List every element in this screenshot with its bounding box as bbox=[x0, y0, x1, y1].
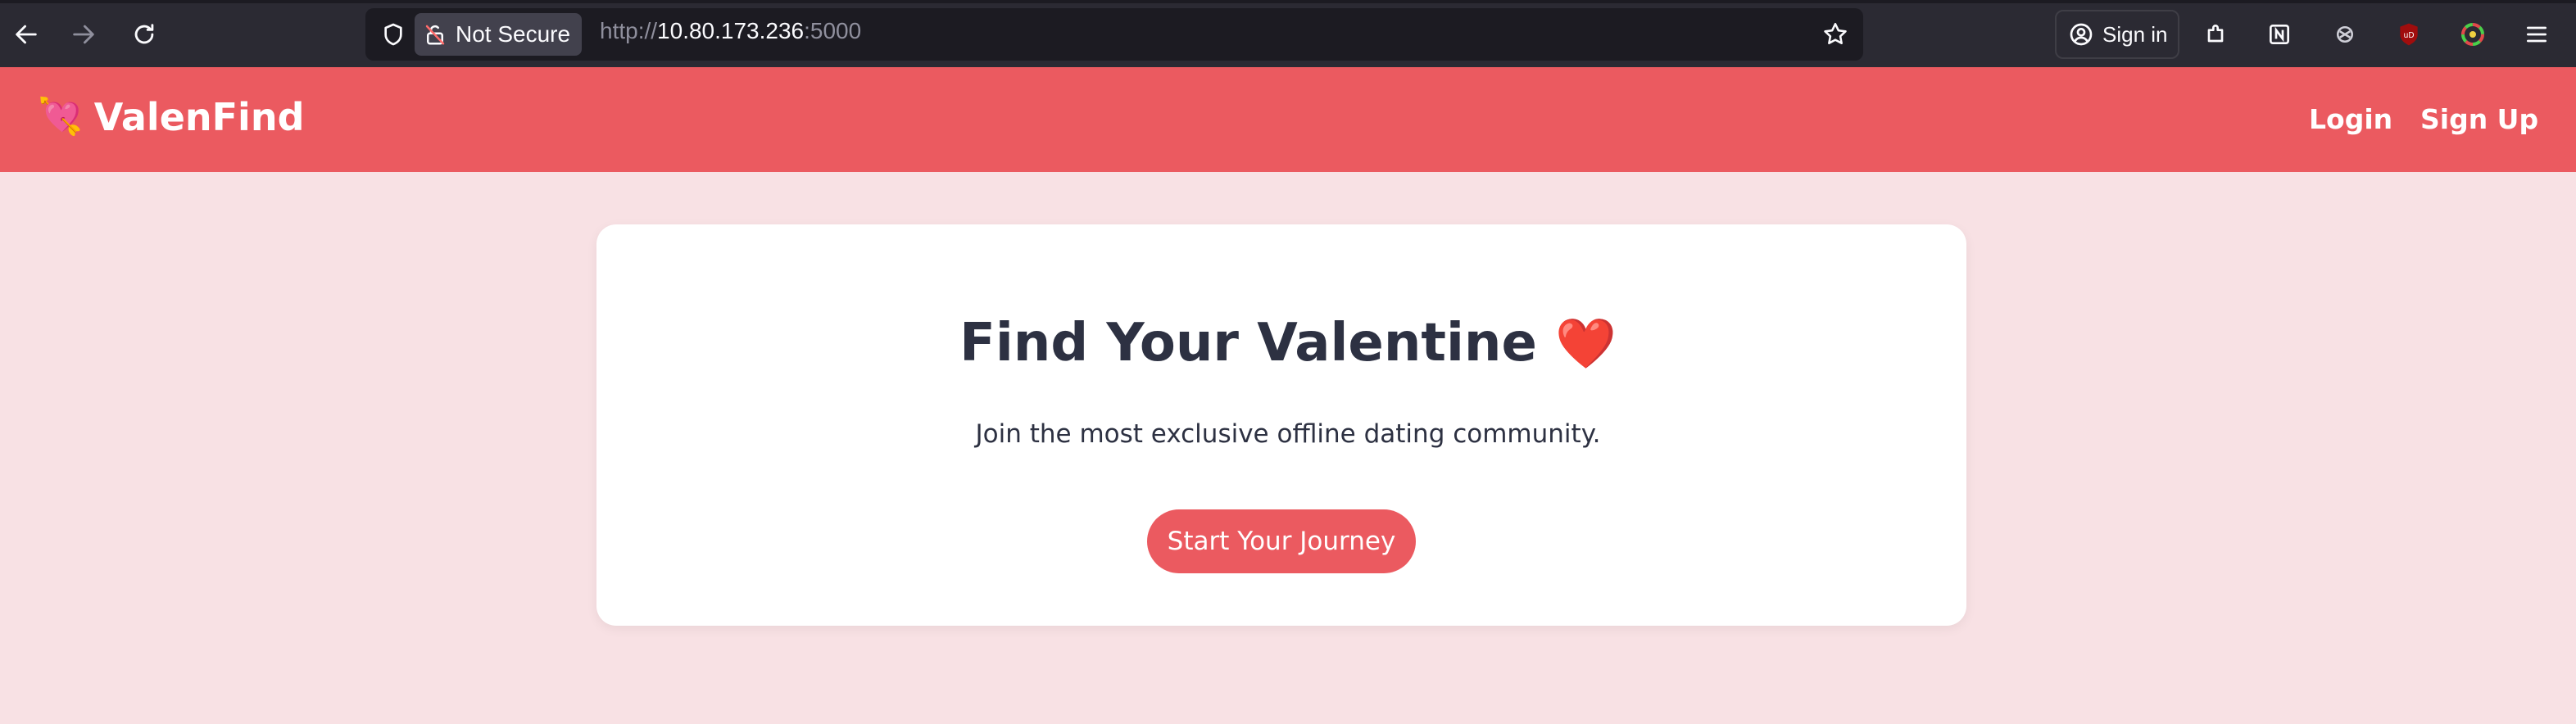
arrow-right-icon bbox=[73, 25, 94, 44]
knot-icon bbox=[2337, 26, 2353, 43]
site-navbar bbox=[0, 67, 2576, 172]
hero-title-text: Find Your Valentine bbox=[959, 313, 1537, 373]
extensions-button[interactable] bbox=[2197, 16, 2234, 52]
hero-title: Find Your Valentine ❤️ bbox=[0, 313, 2576, 373]
arrow-left-icon bbox=[16, 25, 37, 44]
bookmark-button[interactable] bbox=[1817, 16, 1853, 52]
color-picker-extension-button[interactable] bbox=[2455, 16, 2491, 52]
address-bar[interactable] bbox=[365, 8, 1863, 61]
login-link[interactable]: Login bbox=[2309, 103, 2392, 135]
account-icon bbox=[2070, 23, 2093, 46]
back-button[interactable] bbox=[5, 13, 48, 56]
start-journey-button[interactable]: Start Your Journey bbox=[1147, 509, 1416, 573]
url-text[interactable]: http://10.80.173.236:5000 bbox=[600, 18, 861, 44]
broken-lock-icon bbox=[425, 25, 445, 45]
browser-toolbar: Not Secure http://10.80.173.236:5000 Sig… bbox=[0, 0, 2576, 67]
browser-sign-in-label: Sign in bbox=[2102, 21, 2168, 47]
heart-arrow-icon: 💘 bbox=[38, 96, 83, 138]
red-heart-icon: ❤️ bbox=[1555, 315, 1617, 373]
url-host: 10.80.173.236 bbox=[657, 18, 805, 43]
reload-icon bbox=[134, 24, 154, 44]
brand-link[interactable]: 💘 ValenFind bbox=[38, 95, 305, 139]
ai-extension-button[interactable] bbox=[2327, 16, 2363, 52]
color-wheel-icon bbox=[2461, 23, 2484, 46]
hero-subtitle: Join the most exclusive offline dating c… bbox=[975, 419, 1601, 449]
shield-icon bbox=[384, 23, 402, 46]
url-port: :5000 bbox=[804, 18, 862, 43]
signup-link[interactable]: Sign Up bbox=[2420, 103, 2538, 135]
site-security-button[interactable]: Not Secure bbox=[415, 13, 583, 56]
tab-strip-edge bbox=[0, 0, 2576, 3]
notion-extension-button[interactable] bbox=[2261, 16, 2297, 52]
brand-name: ValenFind bbox=[93, 95, 305, 139]
ublock-icon: uD bbox=[2400, 23, 2418, 46]
browser-sign-in-button[interactable]: Sign in bbox=[2055, 10, 2179, 59]
svg-text:uD: uD bbox=[2403, 31, 2414, 40]
forward-button[interactable] bbox=[62, 13, 105, 56]
tracking-protection-button[interactable] bbox=[375, 16, 411, 52]
app-menu-button[interactable] bbox=[2519, 16, 2555, 52]
ublock-origin-button[interactable]: uD bbox=[2391, 16, 2427, 52]
not-secure-label: Not Secure bbox=[456, 21, 571, 47]
reload-button[interactable] bbox=[123, 13, 166, 56]
puzzle-icon bbox=[2207, 25, 2224, 43]
hamburger-icon bbox=[2527, 26, 2547, 43]
star-icon bbox=[1824, 22, 1847, 45]
url-scheme: http:// bbox=[600, 18, 658, 43]
notion-icon bbox=[2270, 25, 2289, 44]
